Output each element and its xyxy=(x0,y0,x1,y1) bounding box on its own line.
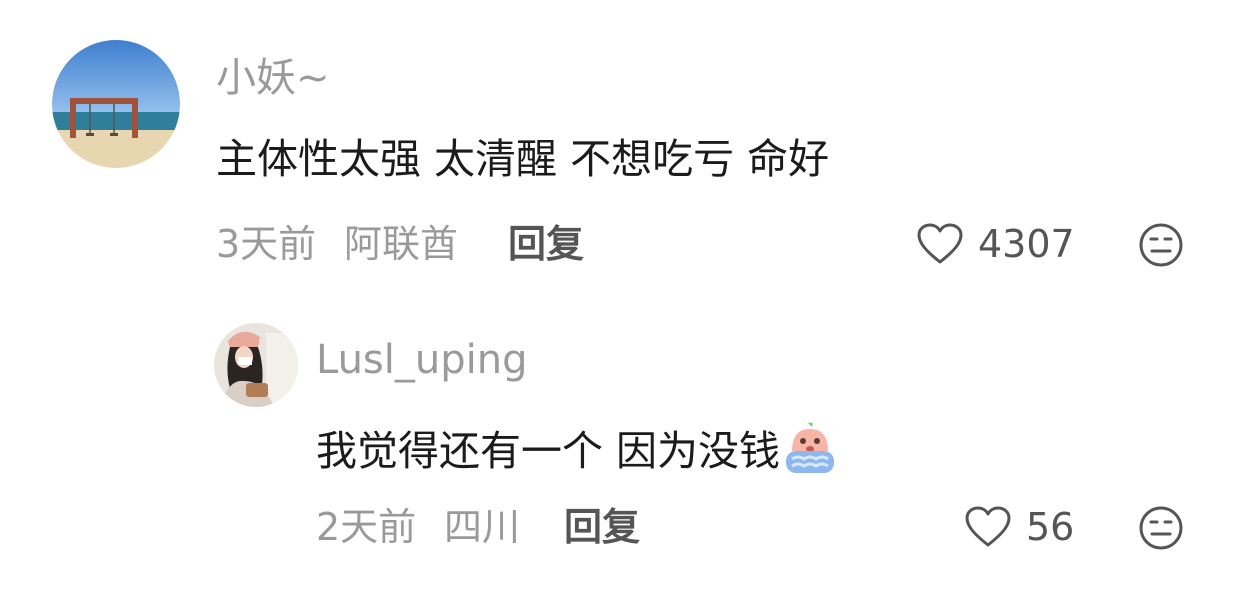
reply-text-content: 我觉得还有一个 因为没钱 xyxy=(316,427,781,475)
comment-time: 3天前 xyxy=(216,222,317,266)
like-button[interactable]: 56 xyxy=(964,505,1074,549)
crying-emoji-icon xyxy=(786,422,835,473)
meh-face-icon xyxy=(1139,506,1183,550)
girl-photo-avatar-icon xyxy=(214,323,298,407)
beach-swing-avatar-icon xyxy=(52,40,180,168)
meh-face-icon xyxy=(1139,223,1183,267)
like-count: 4307 xyxy=(978,222,1075,266)
like-button[interactable]: 4307 xyxy=(916,222,1075,266)
avatar[interactable] xyxy=(214,323,298,407)
reply-button[interactable]: 回复 xyxy=(564,508,640,546)
reply-time: 2天前 xyxy=(316,505,417,549)
comment-username[interactable]: 小妖~ xyxy=(216,58,330,98)
comment-text: 主体性太强 太清醒 不想吃亏 命好 xyxy=(216,135,830,183)
reply-username[interactable]: Lusl_uping xyxy=(316,340,527,380)
reply-text: 我觉得还有一个 因为没钱 xyxy=(316,421,838,477)
like-count: 56 xyxy=(1026,505,1075,549)
heart-icon xyxy=(965,506,1011,547)
avatar[interactable] xyxy=(52,40,180,168)
reply-location: 四川 xyxy=(444,505,521,549)
dislike-button[interactable] xyxy=(1138,222,1184,272)
dislike-button[interactable] xyxy=(1138,505,1184,555)
reply-button[interactable]: 回复 xyxy=(508,225,584,263)
comment-location: 阿联酋 xyxy=(344,222,459,266)
heart-icon xyxy=(917,223,963,264)
